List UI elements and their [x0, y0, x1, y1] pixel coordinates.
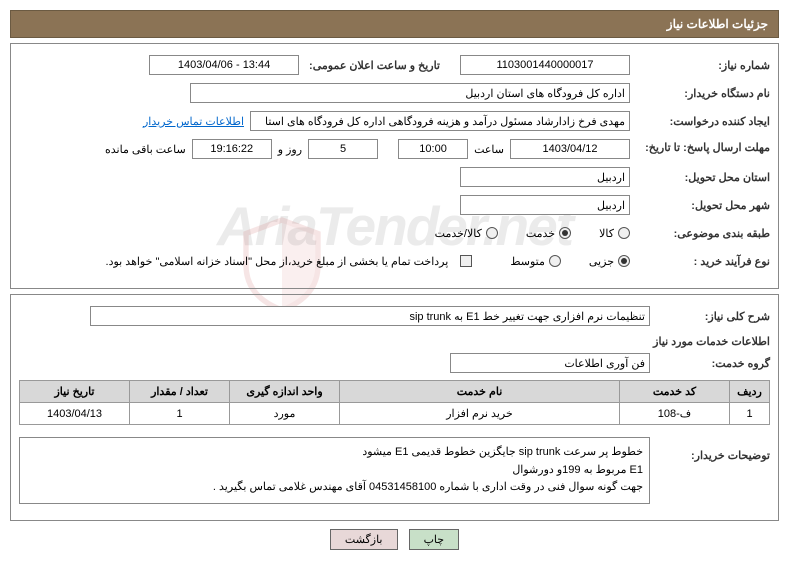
delivery-city-label: شهر محل تحویل:	[630, 199, 770, 212]
th-row: ردیف	[730, 381, 770, 403]
button-row: چاپ بازگشت	[0, 529, 789, 550]
general-desc-label: شرح کلی نیاز:	[650, 310, 770, 323]
days-label: روز و	[278, 143, 302, 156]
page-title: جزئیات اطلاعات نیاز	[10, 10, 779, 38]
buyer-notes-box: خطوط پر سرعت sip trunk جایگزین خطوط قدیم…	[19, 437, 650, 504]
th-code: کد خدمت	[620, 381, 730, 403]
radio-medium[interactable]	[549, 255, 561, 267]
time-remaining: 19:16:22	[192, 139, 272, 159]
treasury-note: پرداخت تمام یا بخشی از مبلغ خرید،از محل …	[106, 255, 449, 268]
radio-medium-label: متوسط	[510, 255, 545, 268]
need-number-label: شماره نیاز:	[630, 59, 770, 72]
need-number-value: 1103001440000017	[460, 55, 630, 75]
main-form-frame: شماره نیاز: 1103001440000017 تاریخ و ساع…	[10, 43, 779, 289]
th-unit: واحد اندازه گیری	[230, 381, 340, 403]
buyer-org-label: نام دستگاه خریدار:	[630, 87, 770, 100]
deadline-hour: 10:00	[398, 139, 468, 159]
category-label: طبقه بندی موضوعی:	[630, 227, 770, 240]
radio-goods-service-label: کالا/خدمت	[435, 227, 482, 240]
buyer-notes-label: توضیحات خریدار:	[650, 433, 770, 462]
services-info-title: اطلاعات خدمات مورد نیاز	[19, 335, 770, 348]
cell-date: 1403/04/13	[20, 403, 130, 425]
cell-code: ف-108	[620, 403, 730, 425]
buyer-org-value: اداره کل فرودگاه های استان اردبیل	[190, 83, 630, 103]
details-frame: شرح کلی نیاز: تنظیمات نرم افزاری جهت تغی…	[10, 294, 779, 521]
back-button[interactable]: بازگشت	[330, 529, 398, 550]
cell-unit: مورد	[230, 403, 340, 425]
announce-date-label: تاریخ و ساعت اعلان عمومی:	[305, 59, 440, 72]
radio-service[interactable]	[559, 227, 571, 239]
remaining-label: ساعت باقی مانده	[105, 143, 186, 156]
radio-service-label: خدمت	[526, 227, 555, 240]
general-desc-value: تنظیمات نرم افزاری جهت تغییر خط E1 به si…	[90, 306, 650, 326]
radio-goods-label: کالا	[599, 227, 614, 240]
days-remaining: 5	[308, 139, 378, 159]
services-table: ردیف کد خدمت نام خدمت واحد اندازه گیری ت…	[19, 380, 770, 425]
cell-row: 1	[730, 403, 770, 425]
note-line2: E1 مربوط به 199و دورشوال	[26, 462, 643, 480]
announce-date-value: 1403/04/06 - 13:44	[149, 55, 299, 75]
delivery-province-label: استان محل تحویل:	[630, 171, 770, 184]
th-qty: تعداد / مقدار	[130, 381, 230, 403]
note-line1: خطوط پر سرعت sip trunk جایگزین خطوط قدیم…	[26, 444, 643, 462]
table-row: 1 ف-108 خرید نرم افزار مورد 1 1403/04/13	[20, 403, 770, 425]
delivery-city-value: اردبیل	[460, 195, 630, 215]
note-line3: جهت گونه سوال فنی در وقت اداری با شماره …	[26, 479, 643, 497]
th-date: تاریخ نیاز	[20, 381, 130, 403]
service-group-label: گروه خدمت:	[650, 357, 770, 370]
service-group-value: فن آوری اطلاعات	[450, 353, 650, 373]
cell-name: خرید نرم افزار	[340, 403, 620, 425]
delivery-province-value: اردبیل	[460, 167, 630, 187]
deadline-date: 1403/04/12	[510, 139, 630, 159]
th-name: نام خدمت	[340, 381, 620, 403]
radio-partial-label: جزیی	[589, 255, 614, 268]
requester-label: ایجاد کننده درخواست:	[630, 115, 770, 128]
buyer-contact-link[interactable]: اطلاعات تماس خریدار	[143, 115, 244, 128]
purchase-type-label: نوع فرآیند خرید :	[630, 255, 770, 268]
print-button[interactable]: چاپ	[409, 529, 460, 550]
radio-goods[interactable]	[618, 227, 630, 239]
deadline-label: مهلت ارسال پاسخ: تا تاریخ:	[630, 142, 770, 155]
cell-qty: 1	[130, 403, 230, 425]
radio-goods-service[interactable]	[486, 227, 498, 239]
treasury-checkbox[interactable]	[460, 255, 472, 267]
radio-partial[interactable]	[618, 255, 630, 267]
requester-value: مهدی فرخ زادارشاد مسئول درآمد و هزینه فر…	[250, 111, 630, 131]
hour-label: ساعت	[474, 143, 504, 156]
